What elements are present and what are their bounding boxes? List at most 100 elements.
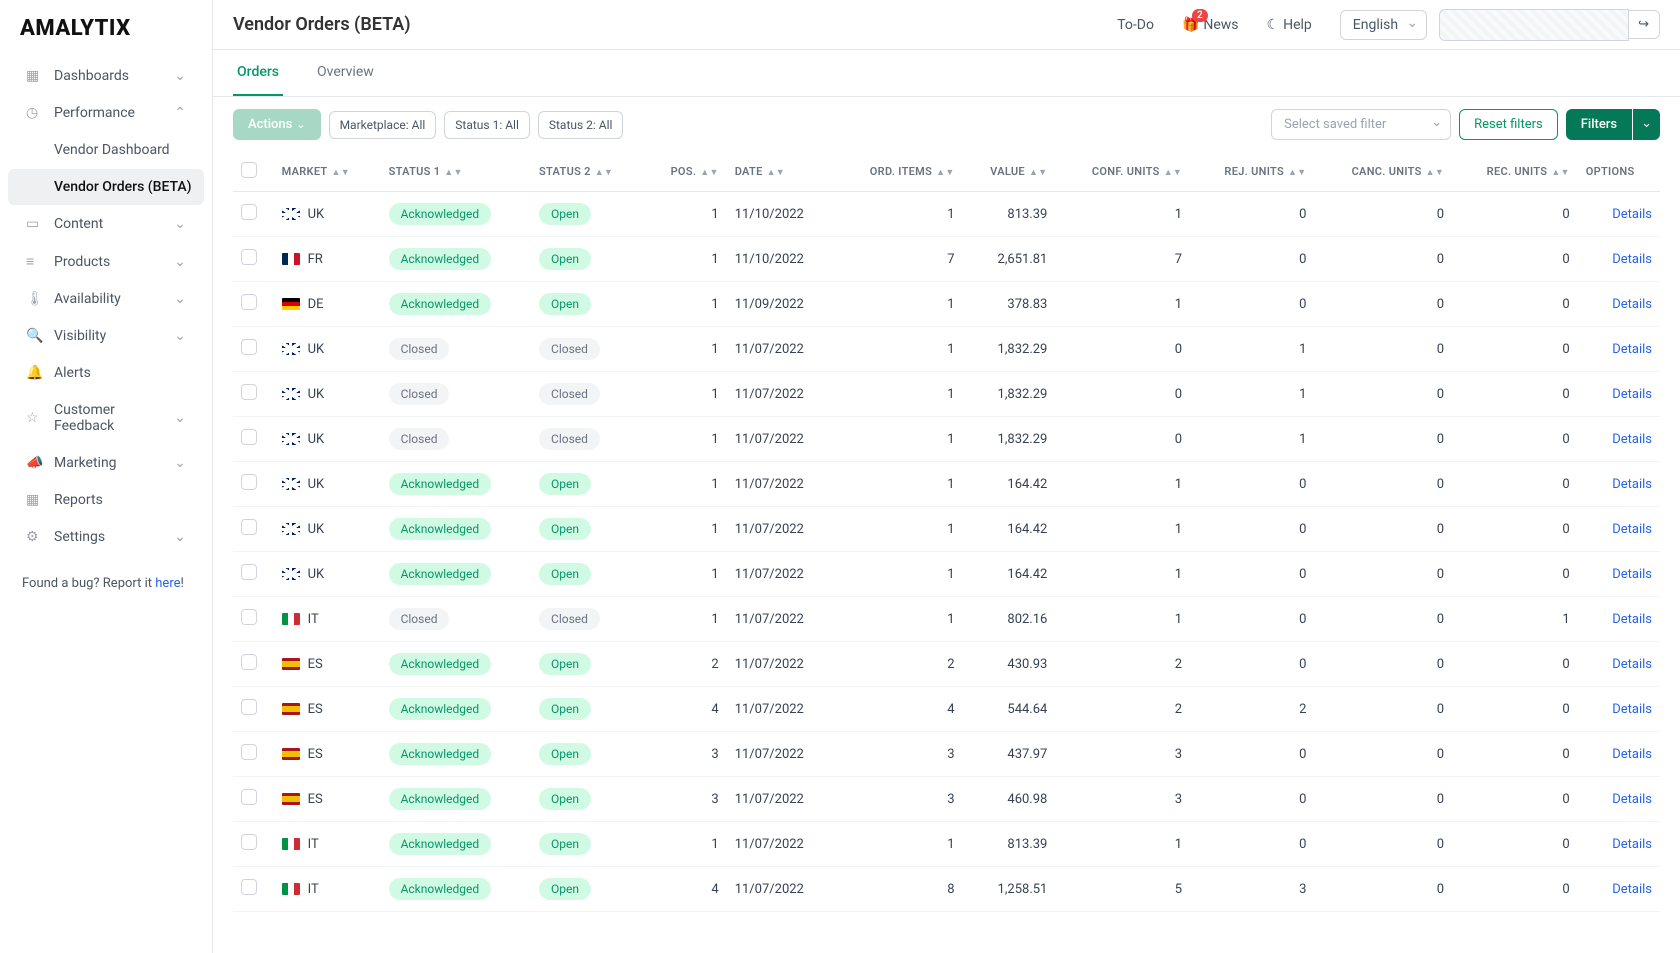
row-checkbox[interactable] — [241, 249, 257, 265]
details-link[interactable]: Details — [1612, 252, 1652, 267]
row-checkbox[interactable] — [241, 204, 257, 220]
canc-units-cell: 0 — [1314, 597, 1452, 642]
sidebar-item-dashboards[interactable]: ▦Dashboards⌄ — [8, 58, 204, 94]
row-checkbox[interactable] — [241, 339, 257, 355]
table-row: IT Acknowledged Open 4 11/07/2022 8 1,25… — [233, 867, 1660, 912]
status1-pill: Closed — [389, 608, 450, 630]
bug-report-link[interactable]: here — [155, 576, 180, 591]
help-link[interactable]: ☾Help — [1267, 17, 1312, 33]
table-row: ES Acknowledged Open 3 11/07/2022 3 437.… — [233, 732, 1660, 777]
sidebar-item-alerts[interactable]: 🔔Alerts — [8, 355, 204, 391]
column-header[interactable]: CANC. UNITS▲▼ — [1314, 152, 1452, 192]
filter-chip[interactable]: Status 2: All — [538, 111, 624, 139]
news-link[interactable]: 🎁 2 News — [1182, 17, 1239, 33]
column-header[interactable]: VALUE▲▼ — [963, 152, 1056, 192]
row-checkbox[interactable] — [241, 384, 257, 400]
column-header[interactable]: POS.▲▼ — [645, 152, 726, 192]
sidebar-item-reports[interactable]: ▦Reports — [8, 482, 204, 518]
sidebar-item-settings[interactable]: ⚙Settings⌄ — [8, 519, 204, 555]
sidebar-item-availability[interactable]: 🌡Availability⌄ — [8, 281, 204, 317]
flag-icon — [282, 838, 300, 850]
language-select[interactable]: English — [1340, 10, 1427, 40]
sidebar-item-customer-feedback[interactable]: ☆Customer Feedback⌄ — [8, 392, 204, 444]
ord-items-cell: 1 — [835, 507, 963, 552]
details-link[interactable]: Details — [1612, 342, 1652, 357]
ord-items-cell: 3 — [835, 732, 963, 777]
details-link[interactable]: Details — [1612, 207, 1652, 222]
row-checkbox[interactable] — [241, 294, 257, 310]
filter-chip[interactable]: Marketplace: All — [329, 111, 437, 139]
details-link[interactable]: Details — [1612, 837, 1652, 852]
details-link[interactable]: Details — [1612, 747, 1652, 762]
details-link[interactable]: Details — [1612, 432, 1652, 447]
tab-overview[interactable]: Overview — [313, 50, 378, 96]
date-cell: 11/07/2022 — [727, 552, 835, 597]
market-code: UK — [308, 567, 325, 582]
column-header[interactable]: REJ. UNITS▲▼ — [1190, 152, 1314, 192]
column-header[interactable]: STATUS 1▲▼ — [381, 152, 531, 192]
sidebar-item-marketing[interactable]: 📣Marketing⌄ — [8, 445, 204, 481]
status1-pill: Acknowledged — [389, 878, 492, 900]
actions-button[interactable]: Actions — [233, 109, 321, 140]
rej-units-cell: 1 — [1190, 417, 1314, 462]
row-checkbox[interactable] — [241, 609, 257, 625]
status1-pill: Acknowledged — [389, 743, 492, 765]
filter-chip[interactable]: Status 1: All — [444, 111, 530, 139]
row-checkbox[interactable] — [241, 834, 257, 850]
row-checkbox[interactable] — [241, 474, 257, 490]
row-checkbox[interactable] — [241, 654, 257, 670]
details-link[interactable]: Details — [1612, 612, 1652, 627]
sidebar-item-content[interactable]: ▭Content⌄ — [8, 206, 204, 242]
saved-filter-select[interactable]: Select saved filter — [1271, 109, 1451, 140]
tab-orders[interactable]: Orders — [233, 50, 283, 96]
status1-pill: Acknowledged — [389, 698, 492, 720]
column-header[interactable]: STATUS 2▲▼ — [531, 152, 645, 192]
canc-units-cell: 0 — [1314, 507, 1452, 552]
details-link[interactable]: Details — [1612, 477, 1652, 492]
column-header[interactable]: DATE▲▼ — [727, 152, 835, 192]
row-checkbox[interactable] — [241, 519, 257, 535]
table-row: DE Acknowledged Open 1 11/09/2022 1 378.… — [233, 282, 1660, 327]
status1-pill: Closed — [389, 338, 450, 360]
status2-pill: Open — [539, 248, 591, 270]
row-checkbox[interactable] — [241, 429, 257, 445]
filters-dropdown-button[interactable]: ⌄ — [1633, 109, 1660, 140]
sidebar-item-products[interactable]: ≡Products⌄ — [8, 243, 204, 280]
row-checkbox[interactable] — [241, 744, 257, 760]
row-checkbox[interactable] — [241, 789, 257, 805]
row-checkbox[interactable] — [241, 564, 257, 580]
table-row: UK Acknowledged Open 1 11/07/2022 1 164.… — [233, 507, 1660, 552]
row-checkbox[interactable] — [241, 879, 257, 895]
reset-filters-button[interactable]: Reset filters — [1459, 109, 1558, 140]
column-header[interactable]: CONF. UNITS▲▼ — [1055, 152, 1190, 192]
details-link[interactable]: Details — [1612, 522, 1652, 537]
row-checkbox[interactable] — [241, 699, 257, 715]
market-code: DE — [308, 297, 324, 312]
status1-pill: Acknowledged — [389, 203, 492, 225]
table-row: ES Acknowledged Open 2 11/07/2022 2 430.… — [233, 642, 1660, 687]
sidebar-item-performance[interactable]: ◷Performance⌃ — [8, 95, 204, 131]
details-link[interactable]: Details — [1612, 702, 1652, 717]
todo-link[interactable]: To-Do — [1117, 17, 1154, 33]
sidebar-item-visibility[interactable]: 🔍Visibility⌄ — [8, 318, 204, 354]
details-link[interactable]: Details — [1612, 792, 1652, 807]
date-cell: 11/07/2022 — [727, 777, 835, 822]
select-all-checkbox[interactable] — [241, 162, 257, 178]
user-account-box[interactable] — [1439, 9, 1629, 41]
details-link[interactable]: Details — [1612, 567, 1652, 582]
rec-units-cell: 0 — [1452, 822, 1578, 867]
details-link[interactable]: Details — [1612, 657, 1652, 672]
column-header[interactable]: ORD. ITEMS▲▼ — [835, 152, 963, 192]
filters-button[interactable]: Filters — [1566, 109, 1632, 140]
details-link[interactable]: Details — [1612, 882, 1652, 897]
sidebar-sub-vendor-orders-beta-[interactable]: Vendor Orders (BETA) — [8, 169, 204, 205]
gauge-icon: ◷ — [26, 105, 44, 121]
column-header[interactable]: MARKET▲▼ — [274, 152, 381, 192]
column-header[interactable]: REC. UNITS▲▼ — [1452, 152, 1578, 192]
sidebar-sub-vendor-dashboard[interactable]: Vendor Dashboard — [8, 132, 204, 168]
rej-units-cell: 3 — [1190, 867, 1314, 912]
details-link[interactable]: Details — [1612, 387, 1652, 402]
rec-units-cell: 0 — [1452, 687, 1578, 732]
logout-button[interactable]: ↪ — [1628, 10, 1660, 39]
details-link[interactable]: Details — [1612, 297, 1652, 312]
